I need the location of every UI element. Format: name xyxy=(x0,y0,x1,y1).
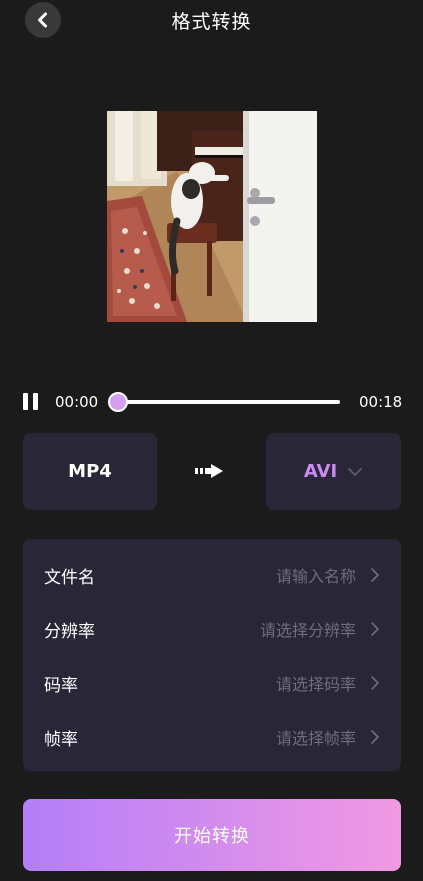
chevron-right-icon xyxy=(371,622,379,636)
setting-label: 文件名 xyxy=(44,567,95,588)
video-thumbnail-image xyxy=(107,111,317,322)
target-format-label: AVI xyxy=(303,461,338,482)
chevron-right-icon xyxy=(371,676,379,690)
player-controls: 00:00 00:18 xyxy=(0,383,423,421)
target-format-select[interactable]: AVI xyxy=(266,433,401,510)
page-title: 格式转换 xyxy=(171,11,252,33)
framerate-select[interactable]: 请选择帧率 xyxy=(276,725,356,749)
progress-thumb[interactable] xyxy=(108,392,128,412)
setting-label: 帧率 xyxy=(44,729,78,750)
start-convert-label: 开始转换 xyxy=(174,826,250,847)
setting-row-framerate[interactable]: 帧率 请选择帧率 xyxy=(23,717,401,757)
chevron-right-icon xyxy=(371,730,379,744)
setting-row-filename[interactable]: 文件名 请输入名称 xyxy=(23,555,401,595)
chevron-right-icon xyxy=(371,568,379,582)
pause-icon[interactable] xyxy=(22,393,40,411)
current-time: 00:00 xyxy=(55,393,99,411)
source-format-label: MP4 xyxy=(68,461,112,482)
settings-panel: 文件名 请输入名称 分辨率 请选择分辨率 码率 请选择码率 帧率 请选择帧率 xyxy=(23,539,401,771)
bitrate-select[interactable]: 请选择码率 xyxy=(276,671,356,695)
header: 格式转换 xyxy=(0,0,423,44)
setting-row-bitrate[interactable]: 码率 请选择码率 xyxy=(23,663,401,703)
source-format-box: MP4 xyxy=(23,433,157,510)
filename-input[interactable]: 请输入名称 xyxy=(276,563,356,587)
setting-label: 分辨率 xyxy=(44,621,95,642)
start-convert-button[interactable]: 开始转换 xyxy=(23,799,401,871)
arrow-right-icon xyxy=(195,464,223,478)
setting-row-resolution[interactable]: 分辨率 请选择分辨率 xyxy=(23,609,401,649)
total-time: 00:18 xyxy=(359,393,403,411)
chevron-down-icon xyxy=(348,467,363,476)
resolution-select[interactable]: 请选择分辨率 xyxy=(260,617,356,641)
video-preview[interactable] xyxy=(107,111,317,322)
setting-label: 码率 xyxy=(44,675,78,696)
progress-track[interactable] xyxy=(118,400,340,404)
format-convert-screen: 格式转换 00:00 00:18 MP4 AVI 文件名 请输入名称 分辨率 请… xyxy=(0,0,423,881)
